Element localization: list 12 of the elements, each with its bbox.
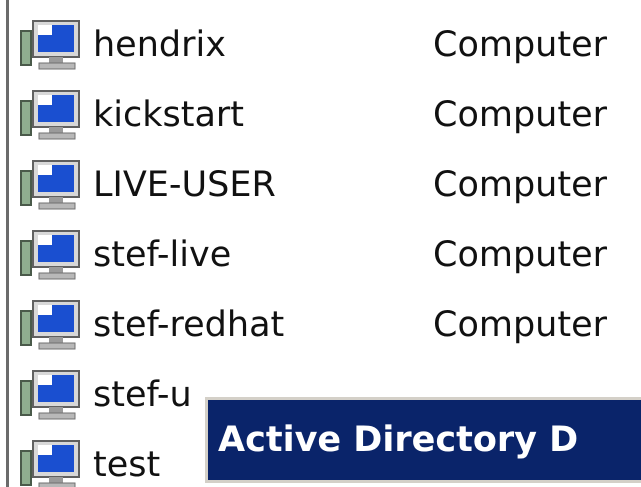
computer-name: stef-redhat xyxy=(93,304,286,347)
item-type: Computer xyxy=(433,234,607,277)
tooltip: Active Directory D xyxy=(205,397,641,483)
item-type: Computer xyxy=(433,164,607,207)
computer-name: hendrix xyxy=(93,24,227,67)
computer-name: stef-live xyxy=(93,234,232,277)
item-type: Computer xyxy=(433,304,607,347)
item-type: Computer xyxy=(433,94,607,137)
item-type: Computer xyxy=(433,24,607,67)
computer-name: LIVE-USER xyxy=(93,164,277,207)
computer-name: kickstart xyxy=(93,94,246,137)
computer-name: stef-u xyxy=(93,374,193,417)
